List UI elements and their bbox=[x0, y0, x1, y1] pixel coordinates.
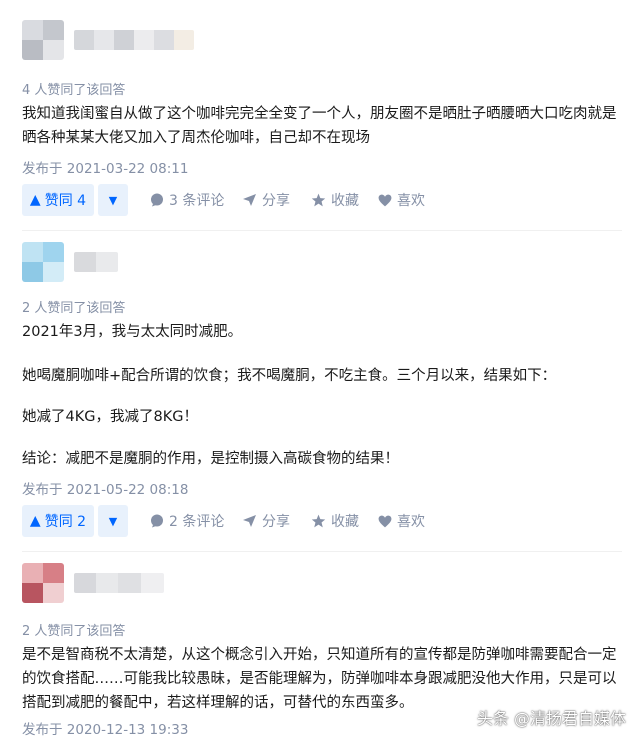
favorite-button[interactable]: 收藏 bbox=[311, 184, 359, 216]
publish-date[interactable]: 发布于 2020-12-13 19:33 bbox=[22, 718, 188, 738]
paper-plane-icon bbox=[243, 194, 256, 206]
author-name-blurred[interactable] bbox=[74, 30, 194, 50]
vote-count-text: 4 人赞同了该回答 bbox=[22, 83, 126, 98]
action-bar: ▲ 赞同 2 ▼ 2 条评论 分享 收藏 喜欢 bbox=[22, 505, 622, 537]
star-icon bbox=[311, 514, 326, 528]
heart-icon bbox=[378, 515, 392, 527]
watermark: 头条 @清扬君自媒体 bbox=[476, 709, 626, 728]
author-name-blurred[interactable] bbox=[74, 573, 164, 593]
like-label: 喜欢 bbox=[397, 514, 425, 530]
share-label: 分享 bbox=[262, 193, 290, 209]
avatar[interactable] bbox=[22, 563, 64, 603]
favorite-label: 收藏 bbox=[331, 514, 359, 530]
answer-content-p3: 她减了4KG，我减了8KG！ bbox=[22, 405, 622, 429]
triangle-up-icon: ▲ bbox=[29, 513, 41, 529]
comment-button[interactable]: 3 条评论 bbox=[150, 184, 224, 216]
like-button[interactable]: 喜欢 bbox=[378, 505, 425, 537]
paper-plane-icon bbox=[243, 515, 256, 527]
like-button[interactable]: 喜欢 bbox=[378, 184, 425, 216]
triangle-down-icon: ▼ bbox=[108, 514, 118, 528]
heart-icon bbox=[378, 194, 392, 206]
action-bar: ▲ 赞同 4 ▼ 3 条评论 分享 收藏 喜欢 bbox=[22, 184, 622, 216]
paragraph: 我知道我闺蜜自从做了这个咖啡完完全全变了一个人，朋友圈不是晒肚子晒腰晒大口吃肉就… bbox=[22, 106, 617, 146]
downvote-button[interactable]: ▼ bbox=[98, 505, 128, 537]
publish-date[interactable]: 发布于 2021-05-22 08:18 bbox=[22, 478, 188, 498]
share-button[interactable]: 分享 bbox=[242, 505, 290, 537]
avatar[interactable] bbox=[22, 20, 64, 60]
paragraph: 她减了4KG，我减了8KG！ bbox=[22, 409, 198, 425]
answer-content-p4: 结论：减肥不是魔胴的作用，是控制摄入高碳食物的结果！ bbox=[22, 447, 622, 471]
avatar[interactable] bbox=[22, 242, 64, 282]
comment-button[interactable]: 2 条评论 bbox=[150, 505, 224, 537]
star-icon bbox=[311, 193, 326, 207]
share-label: 分享 bbox=[262, 514, 290, 530]
upvote-label: 赞同 2 bbox=[44, 514, 87, 530]
triangle-up-icon: ▲ bbox=[29, 192, 41, 208]
paragraph: 她喝魔胴咖啡+配合所谓的饮食；我不喝魔胴，不吃主食。三个月以来，结果如下： bbox=[22, 368, 557, 384]
answer-content-p2: 她喝魔胴咖啡+配合所谓的饮食；我不喝魔胴，不吃主食。三个月以来，结果如下： bbox=[22, 364, 622, 388]
comment-label: 2 条评论 bbox=[169, 514, 225, 530]
answer-content: 我知道我闺蜜自从做了这个咖啡完完全全变了一个人，朋友圈不是晒肚子晒腰晒大口吃肉就… bbox=[22, 102, 622, 150]
answer-divider bbox=[22, 551, 622, 552]
favorite-label: 收藏 bbox=[331, 193, 359, 209]
upvote-label: 赞同 4 bbox=[44, 193, 87, 209]
comment-label: 3 条评论 bbox=[169, 193, 225, 209]
author-name-blurred[interactable] bbox=[74, 252, 118, 272]
triangle-down-icon: ▼ bbox=[108, 193, 118, 207]
paragraph: 2021年3月，我与太太同时减肥。 bbox=[22, 324, 243, 340]
paragraph: 结论：减肥不是魔胴的作用，是控制摄入高碳食物的结果！ bbox=[22, 451, 399, 467]
publish-date[interactable]: 发布于 2021-03-22 08:11 bbox=[22, 157, 188, 177]
vote-count-text: 2 人赞同了该回答 bbox=[22, 301, 126, 316]
comment-icon bbox=[151, 193, 163, 207]
favorite-button[interactable]: 收藏 bbox=[311, 505, 359, 537]
upvote-button[interactable]: ▲ 赞同 2 bbox=[22, 505, 94, 537]
answer-content: 2021年3月，我与太太同时减肥。 bbox=[22, 320, 622, 344]
answer-divider bbox=[22, 230, 622, 231]
share-button[interactable]: 分享 bbox=[242, 184, 290, 216]
downvote-button[interactable]: ▼ bbox=[98, 184, 128, 216]
vote-count-text: 2 人赞同了该回答 bbox=[22, 624, 126, 639]
like-label: 喜欢 bbox=[397, 193, 425, 209]
comment-icon bbox=[151, 514, 163, 528]
upvote-button[interactable]: ▲ 赞同 4 bbox=[22, 184, 94, 216]
